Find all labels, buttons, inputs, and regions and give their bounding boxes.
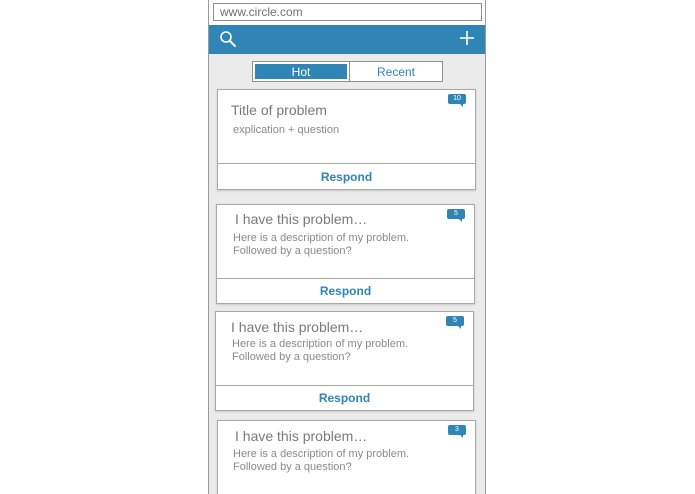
card-description-line: Here is a description of my problem.	[232, 338, 409, 350]
tab-switcher: Hot Recent	[252, 61, 443, 82]
browser-url-bar: www.circle.com	[209, 0, 485, 26]
card-title: Title of problem	[231, 102, 327, 118]
comment-count-badge: 10	[448, 94, 466, 107]
tab-recent[interactable]: Recent	[349, 62, 442, 81]
search-icon[interactable]	[219, 30, 237, 48]
card-description: Here is a description of my problem. Fol…	[232, 338, 408, 364]
card-description: explication + question	[233, 124, 339, 137]
problem-card: 5 I have this problem… Here is a descrip…	[216, 204, 475, 304]
card-description: Here is a description of my problem. Fol…	[233, 232, 409, 258]
problem-card: 10 Title of problem explication + questi…	[217, 89, 476, 190]
card-description-line: explication + question	[233, 124, 340, 136]
card-description-line: Followed by a question?	[233, 461, 352, 473]
card-description-line: Here is a description of my problem.	[233, 448, 410, 460]
card-description-line: Followed by a question?	[232, 351, 351, 363]
comment-count-badge: 3	[448, 425, 466, 438]
app-header-bar	[209, 25, 485, 54]
url-input[interactable]: www.circle.com	[213, 3, 482, 21]
comment-count-badge: 5	[447, 209, 465, 222]
card-description-line: Followed by a question?	[233, 245, 352, 257]
comment-count-badge: 5	[446, 316, 464, 329]
plus-icon[interactable]	[459, 30, 475, 46]
card-title: I have this problem…	[231, 319, 364, 335]
card-title: I have this problem…	[235, 428, 368, 444]
respond-button[interactable]: Respond	[217, 278, 474, 303]
respond-button[interactable]: Respond	[216, 385, 473, 410]
problem-card: 3 I have this problem… Here is a descrip…	[217, 420, 476, 494]
card-title: I have this problem…	[235, 211, 368, 227]
problem-card: 5 I have this problem… Here is a descrip…	[215, 311, 474, 411]
phone-frame: www.circle.com Hot Recent 10 Title of pr…	[208, 0, 486, 494]
card-description-line: Here is a description of my problem.	[233, 232, 410, 244]
tab-hot[interactable]: Hot	[253, 62, 349, 81]
respond-button[interactable]: Respond	[218, 163, 475, 189]
card-description: Here is a description of my problem. Fol…	[233, 448, 409, 474]
